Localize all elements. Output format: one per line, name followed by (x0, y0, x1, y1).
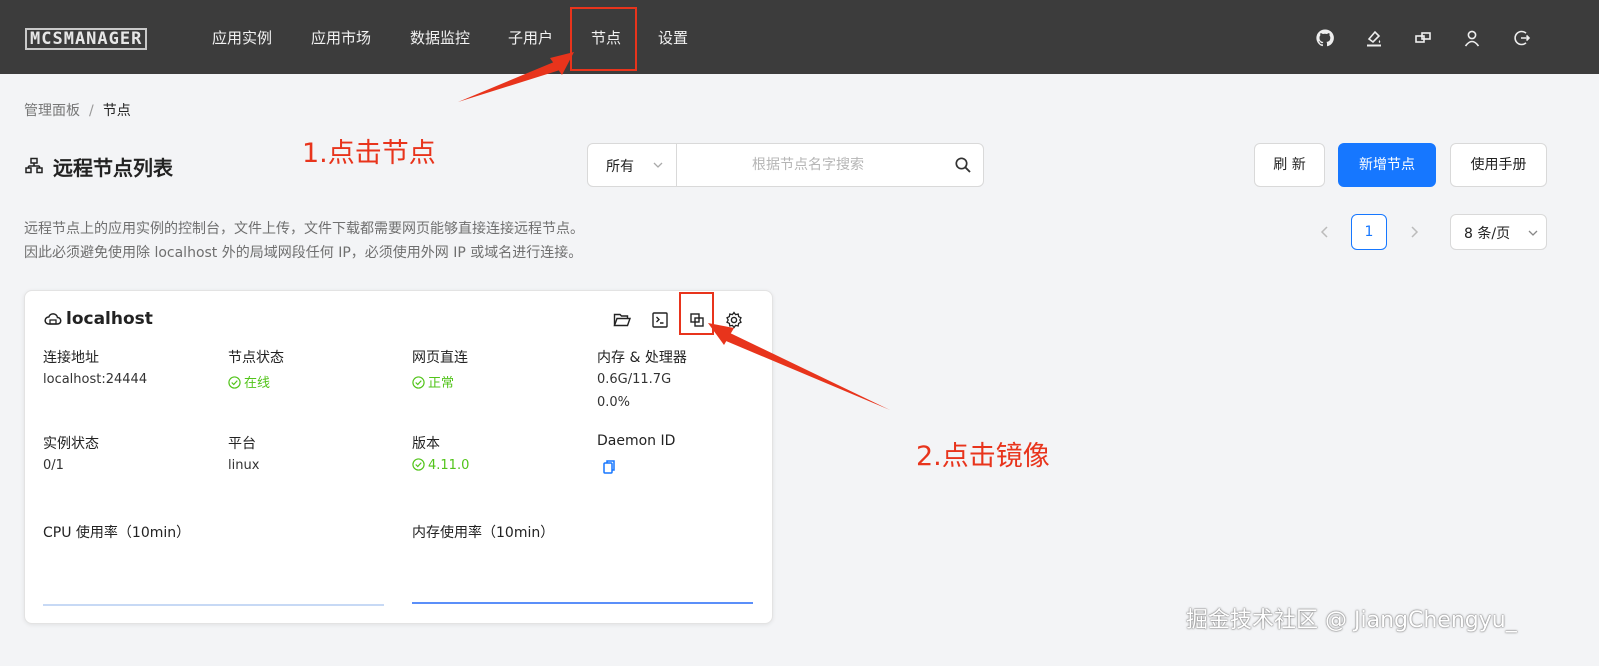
memory-chart-label: 内存使用率（10min） (412, 525, 555, 541)
nav-instances[interactable]: 应用实例 (212, 0, 272, 74)
annotation-step-1: 1.点击节点 (302, 138, 436, 169)
version-value: 4.11.0 (412, 458, 469, 473)
address-label: 连接地址 (43, 350, 99, 366)
web-direct-value: 正常 (412, 372, 454, 391)
next-page-icon[interactable] (1404, 222, 1424, 242)
cpu-value: 0.0% (597, 395, 631, 410)
breadcrumb-separator: / (89, 103, 94, 119)
search-input[interactable] (678, 145, 938, 185)
logout-icon[interactable] (1512, 28, 1532, 48)
user-icon[interactable] (1462, 28, 1482, 48)
copy-icon[interactable] (601, 459, 617, 475)
node-name: localhost (66, 309, 153, 329)
top-navbar: MCSMANAGER 应用实例 应用市场 数据监控 子用户 节点 设置 (0, 0, 1599, 74)
cpu-usage-chart (43, 604, 384, 606)
page-size-value: 8 条/页 (1464, 226, 1511, 242)
page-size-select[interactable]: 8 条/页 (1450, 214, 1547, 250)
layout-icon[interactable] (1413, 28, 1433, 48)
platform-value: linux (228, 458, 260, 473)
address-value: localhost:24444 (43, 372, 148, 387)
nav-subusers[interactable]: 子用户 (508, 0, 553, 74)
folder-open-icon[interactable] (612, 310, 632, 330)
node-card: localhost 连接地址 localhost:24444 节点状态 在线 网… (24, 290, 773, 624)
brush-icon[interactable] (1364, 28, 1384, 48)
page-title: 远程节点列表 (53, 156, 173, 180)
gear-icon[interactable] (724, 310, 744, 330)
nav-monitor[interactable]: 数据监控 (410, 0, 470, 74)
cluster-icon (25, 157, 43, 174)
annotation-step-2: 2.点击镜像 (916, 441, 1050, 472)
version-label: 版本 (412, 436, 440, 452)
cpu-chart-label: CPU 使用率（10min） (43, 525, 191, 541)
page-number[interactable]: 1 (1351, 214, 1387, 250)
web-direct-label: 网页直连 (412, 350, 468, 366)
app-logo[interactable]: MCSMANAGER (25, 28, 148, 50)
status-label: 节点状态 (228, 350, 284, 366)
terminal-icon[interactable] (650, 310, 670, 330)
add-node-button[interactable]: 新增节点 (1338, 143, 1436, 187)
chevron-down-icon (653, 162, 663, 168)
annotation-box-mirror (679, 292, 714, 335)
check-circle-icon (412, 458, 425, 471)
github-icon[interactable] (1315, 28, 1335, 48)
annotation-box-nodes (570, 7, 637, 71)
prev-page-icon[interactable] (1315, 222, 1335, 242)
status-text: 在线 (244, 376, 271, 391)
breadcrumb: 管理面板 / 节点 (24, 100, 131, 120)
breadcrumb-current: 节点 (102, 103, 131, 119)
breadcrumb-root[interactable]: 管理面板 (24, 103, 80, 119)
check-circle-icon (228, 376, 241, 389)
status-value: 在线 (228, 372, 270, 391)
watermark: 掘金技术社区 @ JiangChengyu_ (1186, 608, 1517, 633)
web-direct-text: 正常 (428, 376, 455, 391)
check-circle-icon (412, 376, 425, 389)
cloud-server-icon (44, 313, 62, 325)
chevron-down-icon (1528, 230, 1538, 236)
refresh-button[interactable]: 刷 新 (1254, 143, 1325, 187)
nav-settings[interactable]: 设置 (658, 0, 688, 74)
memory-usage-chart (412, 602, 753, 604)
search-icon[interactable] (954, 156, 972, 174)
filter-select-value: 所有 (606, 159, 634, 175)
nav-market[interactable]: 应用市场 (311, 0, 371, 74)
description-line-2: 因此必须避免使用除 localhost 外的局域网段任何 IP，必须使用外网 I… (24, 245, 583, 261)
description-line-1: 远程节点上的应用实例的控制台，文件上传，文件下载都需要网页能够直接连接远程节点。 (24, 221, 584, 237)
memory-value: 0.6G/11.7G (597, 372, 672, 387)
daemon-id-label: Daemon ID (597, 433, 676, 449)
instances-value: 0/1 (43, 458, 64, 473)
search-bar: 所有 (587, 143, 984, 187)
instances-label: 实例状态 (43, 436, 99, 452)
filter-select[interactable]: 所有 (588, 144, 677, 186)
version-text: 4.11.0 (428, 458, 470, 473)
manual-button[interactable]: 使用手册 (1450, 143, 1547, 187)
platform-label: 平台 (228, 436, 256, 452)
memory-label: 内存 & 处理器 (597, 350, 687, 366)
